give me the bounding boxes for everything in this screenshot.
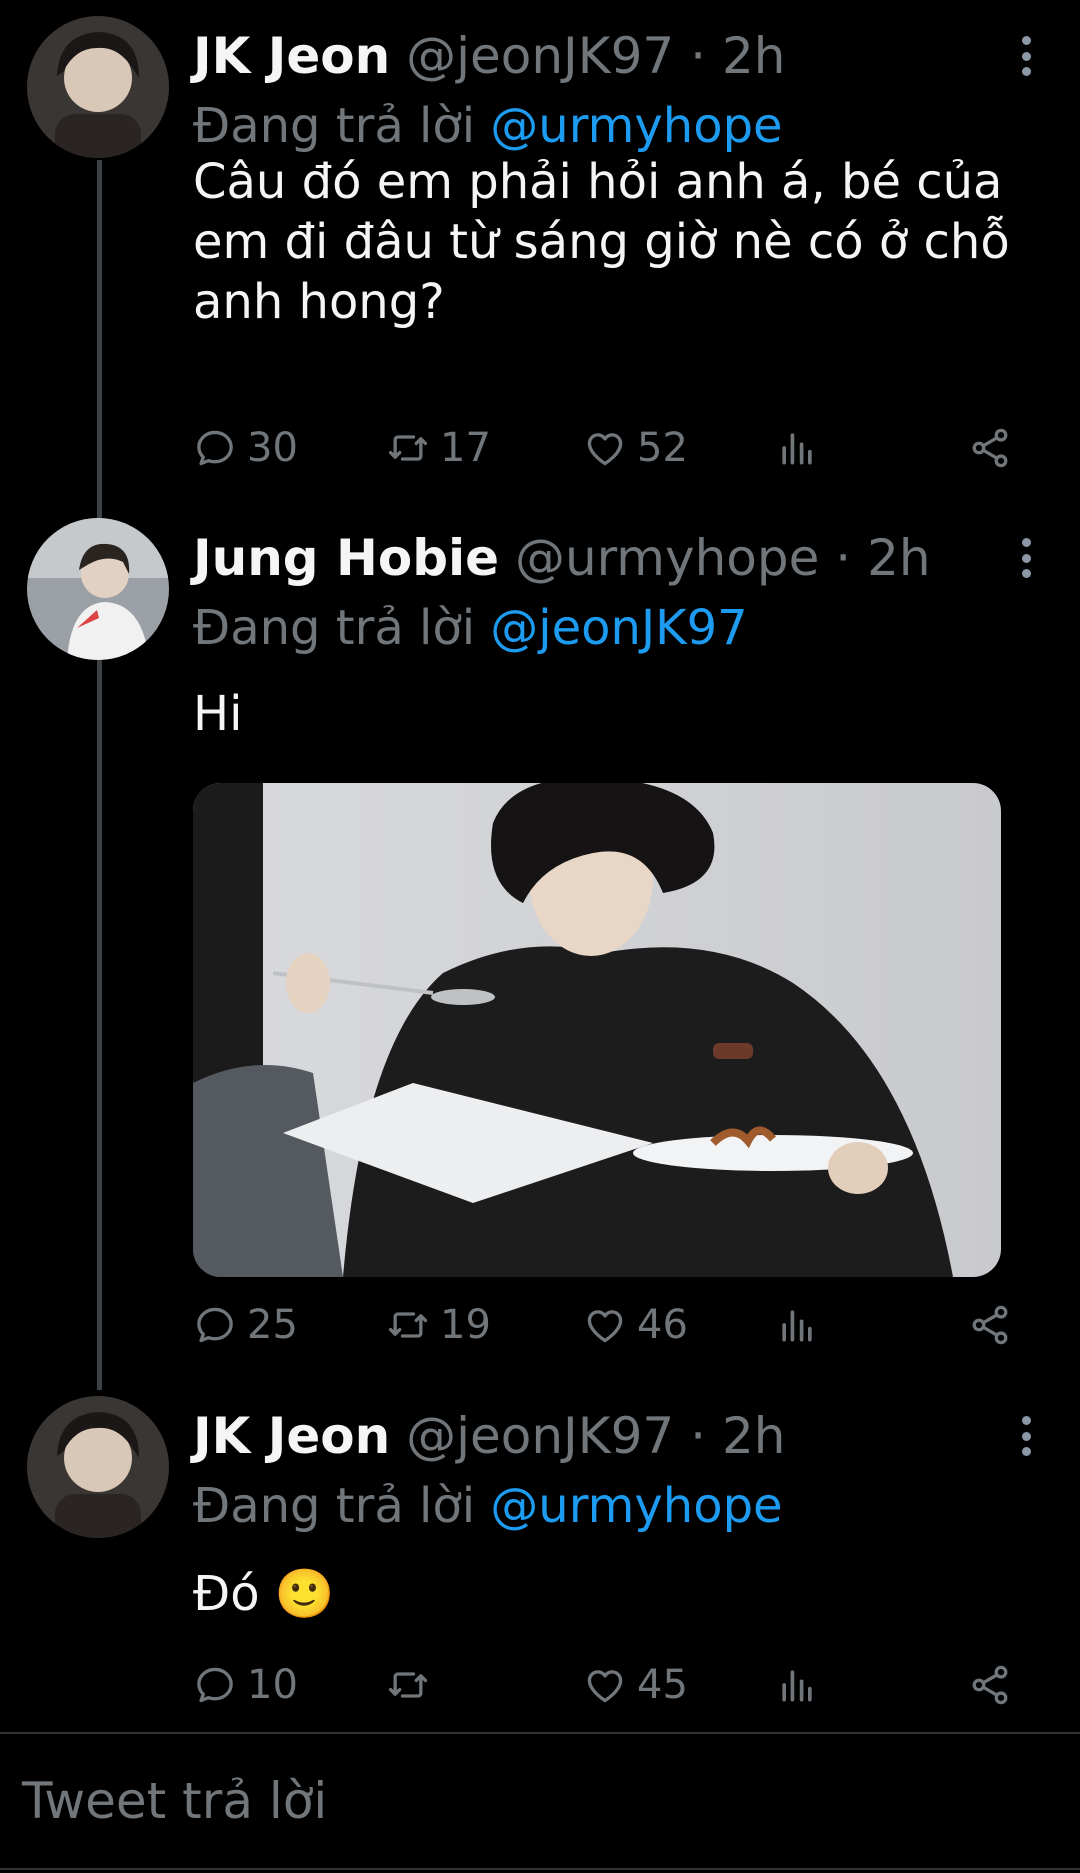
- timestamp[interactable]: 2h: [867, 529, 931, 587]
- separator-dot: ·: [690, 27, 707, 85]
- views-icon: [782, 1670, 812, 1702]
- share-icon: [972, 428, 1008, 468]
- display-name[interactable]: JK Jeon: [193, 1407, 390, 1465]
- mention-link[interactable]: @jeonJK97: [490, 600, 747, 656]
- thread-line: [97, 660, 102, 1390]
- avatar[interactable]: [27, 16, 169, 158]
- retweet-button[interactable]: [386, 1657, 440, 1713]
- action-bar: 30 17 52: [193, 420, 1023, 476]
- like-button[interactable]: 45: [583, 1657, 688, 1713]
- display-name[interactable]: JK Jeon: [193, 27, 390, 85]
- reply-icon: [197, 430, 233, 466]
- reply-count: 10: [247, 1662, 298, 1708]
- views-icon: [782, 433, 812, 465]
- user-handle[interactable]: @jeonJK97: [406, 27, 674, 85]
- more-icon[interactable]: [1020, 36, 1032, 76]
- views-button[interactable]: [775, 1297, 829, 1353]
- replying-to-label: Đang trả lời: [193, 1478, 476, 1534]
- avatar[interactable]: [27, 518, 169, 660]
- action-bar: 25 19 46: [193, 1297, 1023, 1353]
- views-button[interactable]: [775, 420, 829, 476]
- more-icon[interactable]: [1020, 1416, 1032, 1456]
- mention-link[interactable]: @urmyhope: [490, 1478, 782, 1534]
- tweet-header: JK Jeon @jeonJK97 · 2h: [193, 1406, 785, 1466]
- separator-dot: ·: [835, 529, 852, 587]
- mention-link[interactable]: @urmyhope: [490, 98, 782, 154]
- tweet-header: Jung Hobie @urmyhope · 2h: [193, 528, 931, 588]
- views-icon: [782, 1310, 812, 1342]
- avatar[interactable]: [27, 1396, 169, 1538]
- user-handle[interactable]: @urmyhope: [515, 529, 819, 587]
- tweet-photo[interactable]: [193, 783, 1001, 1277]
- reply-count: 25: [247, 1302, 298, 1348]
- like-icon: [587, 433, 623, 466]
- tweet-text: Đó 🙂: [193, 1566, 335, 1622]
- retweet-icon: [388, 1672, 428, 1698]
- share-button[interactable]: [968, 1297, 1022, 1353]
- retweet-count: 17: [440, 425, 491, 471]
- like-count: 45: [637, 1662, 688, 1708]
- timestamp[interactable]: 2h: [722, 27, 786, 85]
- replying-to-label: Đang trả lời: [193, 600, 476, 656]
- like-button[interactable]: 52: [583, 420, 688, 476]
- reply-icon: [197, 1307, 233, 1343]
- tweet-text: Hi: [193, 686, 243, 742]
- like-icon: [587, 1670, 623, 1703]
- retweet-count: 19: [440, 1302, 491, 1348]
- tweet-text: Câu đó em phải hỏi anh á, bé của em đi đ…: [193, 154, 1010, 330]
- composer-divider: [0, 1732, 1080, 1734]
- share-icon: [972, 1665, 1008, 1705]
- bottom-divider: [0, 1868, 1080, 1870]
- reply-button[interactable]: 10: [193, 1657, 298, 1713]
- replying-to: Đang trả lời @urmyhope: [193, 96, 783, 156]
- more-icon[interactable]: [1020, 538, 1032, 578]
- retweet-icon: [388, 435, 428, 461]
- reply-icon: [197, 1667, 233, 1703]
- display-name[interactable]: Jung Hobie: [193, 529, 499, 587]
- retweet-icon: [388, 1312, 428, 1338]
- retweet-button[interactable]: 17: [386, 420, 491, 476]
- thread-line: [97, 160, 102, 520]
- like-button[interactable]: 46: [583, 1297, 688, 1353]
- reply-count: 30: [247, 425, 298, 471]
- replying-to-label: Đang trả lời: [193, 98, 476, 154]
- reply-button[interactable]: 30: [193, 420, 298, 476]
- replying-to: Đang trả lời @jeonJK97: [193, 598, 748, 658]
- separator-dot: ·: [690, 1407, 707, 1465]
- views-button[interactable]: [775, 1657, 829, 1713]
- like-count: 52: [637, 425, 688, 471]
- like-icon: [587, 1310, 623, 1343]
- tweet-header: JK Jeon @jeonJK97 · 2h: [193, 26, 785, 86]
- timestamp[interactable]: 2h: [722, 1407, 786, 1465]
- share-button[interactable]: [968, 1657, 1022, 1713]
- action-bar: 10 45: [193, 1657, 1023, 1713]
- like-count: 46: [637, 1302, 688, 1348]
- share-button[interactable]: [968, 420, 1022, 476]
- user-handle[interactable]: @jeonJK97: [406, 1407, 674, 1465]
- share-icon: [972, 1305, 1008, 1345]
- retweet-button[interactable]: 19: [386, 1297, 491, 1353]
- reply-button[interactable]: 25: [193, 1297, 298, 1353]
- replying-to: Đang trả lời @urmyhope: [193, 1476, 783, 1536]
- reply-input[interactable]: Tweet trả lời: [22, 1772, 327, 1830]
